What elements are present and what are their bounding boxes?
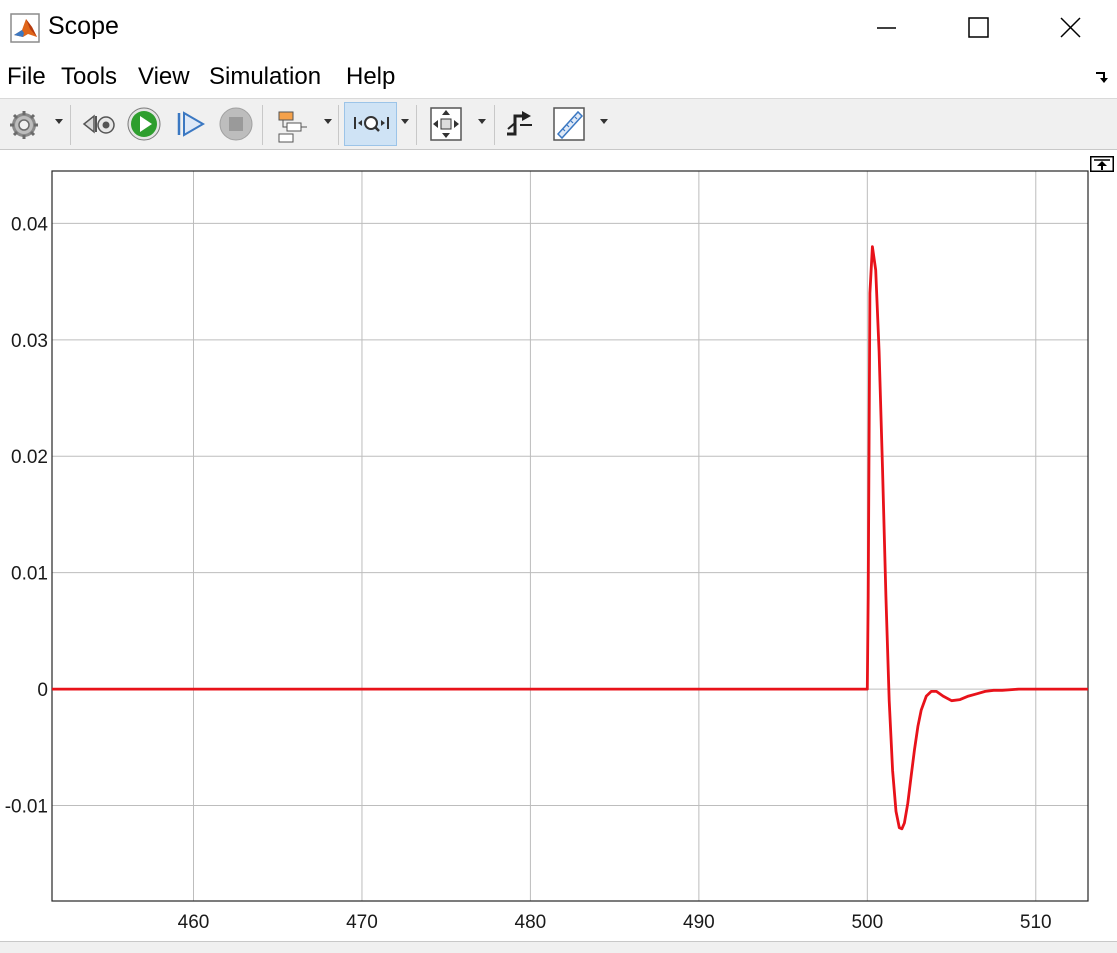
autoscale-dropdown[interactable] [478,119,486,124]
close-button[interactable] [1047,8,1093,48]
autoscale-icon [430,107,462,141]
title-bar: Scope [0,0,1117,56]
step-forward-icon [177,111,205,137]
run-icon [127,107,161,141]
close-icon [1060,17,1081,38]
menu-bar: File Tools View Simulation Help [0,56,1117,98]
scope-chart: 460 470 480 490 500 510 -0.01 0 0.01 0.02 0.03 0.04 [5,170,1089,933]
y-tick-label: 0 [37,680,48,701]
gear-icon [10,111,38,139]
toolbar-separator [338,105,339,145]
stop-button[interactable] [216,103,256,145]
step-back-button[interactable] [80,103,120,145]
y-tick-label: 0.02 [11,447,48,468]
x-tick-label: 460 [178,912,210,933]
signal-selector-button[interactable] [272,103,312,145]
x-tick-label: 480 [515,912,547,933]
toolbar [0,98,1117,150]
configuration-dropdown[interactable] [55,119,63,124]
run-button[interactable] [124,103,164,145]
menu-file[interactable]: File [7,63,46,91]
step-forward-button[interactable] [170,103,210,145]
menu-simulation[interactable]: Simulation [209,63,321,91]
step-back-icon [82,114,115,134]
x-tick-label: 500 [851,912,883,933]
toolbar-separator [70,105,71,145]
menu-tools[interactable]: Tools [61,63,117,91]
maximize-icon [968,17,989,38]
signal-selector-dropdown[interactable] [324,119,332,124]
x-tick-label: 490 [683,912,715,933]
menu-help[interactable]: Help [346,63,395,91]
matlab-logo-icon [10,13,40,43]
window-title: Scope [48,12,119,40]
autoscale-button[interactable] [426,103,466,145]
zoom-dropdown[interactable] [401,119,409,124]
measurements-button[interactable] [550,103,590,145]
toolbar-separator [416,105,417,145]
axes-background [52,171,1088,901]
dock-arrow-icon[interactable] [1095,70,1109,84]
trigger-icon [507,111,532,136]
maximize-button[interactable] [955,8,1001,48]
measurement-ruler-icon [553,107,585,141]
minimize-button[interactable] [863,8,909,48]
y-tick-label: 0.04 [11,214,48,235]
undock-button[interactable] [1090,156,1114,172]
x-tick-label: 470 [346,912,378,933]
measurements-dropdown[interactable] [600,119,608,124]
stop-icon [219,107,253,141]
zoom-icon [354,116,389,132]
minimize-icon [877,27,896,29]
trigger-button[interactable] [502,103,538,145]
toolbar-separator [494,105,495,145]
x-tick-label: 510 [1020,912,1052,933]
signal-hierarchy-icon [278,111,307,143]
y-tick-label: 0.01 [11,564,48,585]
y-tick-label: -0.01 [5,797,48,818]
configuration-button[interactable] [4,103,44,145]
status-bar [0,941,1117,953]
y-tick-label: 0.03 [11,331,48,352]
toolbar-separator [262,105,263,145]
menu-view[interactable]: View [138,63,190,91]
zoom-button[interactable] [344,102,397,146]
scope-plot-area: 460 470 480 490 500 510 -0.01 0 0.01 0.02 0.03 0.04 [0,151,1117,941]
